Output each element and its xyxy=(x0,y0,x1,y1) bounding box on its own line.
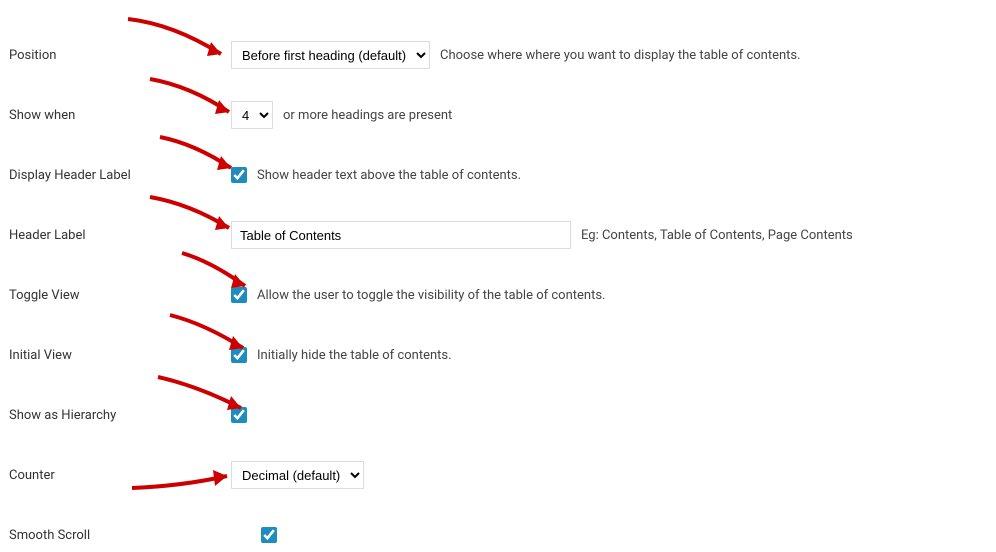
show-when-select[interactable]: 4 xyxy=(231,101,273,129)
smooth-scroll-label: Smooth Scroll xyxy=(5,528,231,543)
display-header-label-description: Show header text above the table of cont… xyxy=(257,168,521,183)
show-hierarchy-label: Show as Hierarchy xyxy=(5,408,231,423)
position-description: Choose where where you want to display t… xyxy=(440,48,801,63)
header-label-input[interactable] xyxy=(231,221,571,249)
smooth-scroll-checkbox[interactable] xyxy=(261,527,277,543)
display-header-label-label: Display Header Label xyxy=(5,168,231,183)
initial-view-label: Initial View xyxy=(5,348,231,363)
header-label-label: Header Label xyxy=(5,228,231,243)
counter-label: Counter xyxy=(5,468,231,483)
position-label: Position xyxy=(5,48,231,63)
position-select[interactable]: Before first heading (default) xyxy=(231,41,430,69)
header-label-description: Eg: Contents, Table of Contents, Page Co… xyxy=(581,228,853,243)
show-hierarchy-checkbox[interactable] xyxy=(231,407,247,423)
toggle-view-label: Toggle View xyxy=(5,288,231,303)
toggle-view-description: Allow the user to toggle the visibility … xyxy=(257,288,605,303)
initial-view-description: Initially hide the table of contents. xyxy=(257,348,452,363)
show-when-description: or more headings are present xyxy=(283,108,452,123)
display-header-label-checkbox[interactable] xyxy=(231,167,247,183)
toggle-view-checkbox[interactable] xyxy=(231,287,247,303)
show-when-label: Show when xyxy=(5,108,231,123)
initial-view-checkbox[interactable] xyxy=(231,347,247,363)
counter-select[interactable]: Decimal (default) xyxy=(231,461,364,489)
